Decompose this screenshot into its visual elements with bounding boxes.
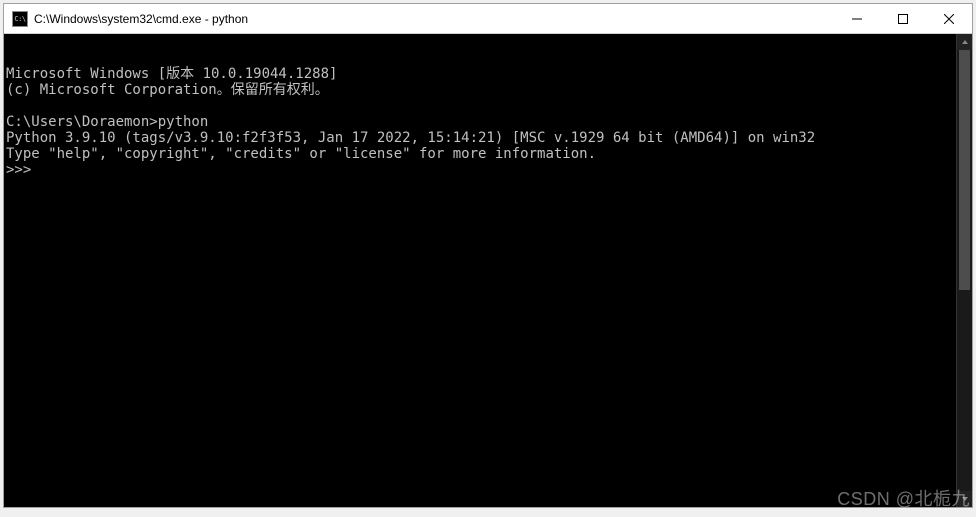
chevron-down-icon bbox=[961, 495, 969, 503]
terminal-line: >>> bbox=[6, 162, 970, 178]
terminal-line: (c) Microsoft Corporation。保留所有权利。 bbox=[6, 82, 970, 98]
close-icon bbox=[944, 14, 954, 24]
scrollbar-thumb[interactable] bbox=[959, 50, 970, 290]
terminal-line: C:\Users\Doraemon>python bbox=[6, 114, 970, 130]
window-controls bbox=[834, 4, 972, 33]
minimize-icon bbox=[852, 14, 862, 24]
terminal-area[interactable]: Microsoft Windows [版本 10.0.19044.1288](c… bbox=[4, 34, 972, 507]
chevron-up-icon bbox=[961, 38, 969, 46]
terminal-line bbox=[6, 98, 970, 114]
titlebar[interactable]: C:\ C:\Windows\system32\cmd.exe - python bbox=[4, 4, 972, 34]
cmd-icon: C:\ bbox=[12, 11, 28, 27]
scrollbar[interactable] bbox=[956, 34, 972, 507]
terminal-line: Python 3.9.10 (tags/v3.9.10:f2f3f53, Jan… bbox=[6, 130, 970, 146]
scroll-down-button[interactable] bbox=[957, 491, 972, 507]
terminal-line: Type "help", "copyright", "credits" or "… bbox=[6, 146, 970, 162]
terminal-output: Microsoft Windows [版本 10.0.19044.1288](c… bbox=[6, 66, 970, 178]
scroll-up-button[interactable] bbox=[957, 34, 972, 50]
cmd-window: C:\ C:\Windows\system32\cmd.exe - python… bbox=[3, 3, 973, 508]
maximize-icon bbox=[898, 14, 908, 24]
window-title: C:\Windows\system32\cmd.exe - python bbox=[34, 12, 834, 26]
minimize-button[interactable] bbox=[834, 4, 880, 33]
close-button[interactable] bbox=[926, 4, 972, 33]
terminal-line: Microsoft Windows [版本 10.0.19044.1288] bbox=[6, 66, 970, 82]
maximize-button[interactable] bbox=[880, 4, 926, 33]
